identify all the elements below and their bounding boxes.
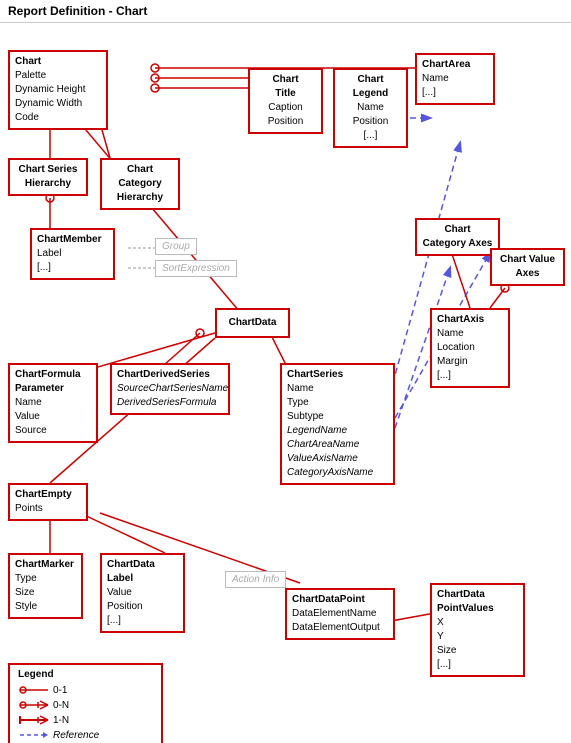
chart-value-axes-box: Chart Value Axes [490,248,565,286]
legend-title: Legend [18,669,153,680]
sort-expression-label: SortExpression [155,260,237,277]
chart-data-label-box: ChartData Label ValuePosition[...] [100,553,185,633]
chart-legend-box: ChartLegend NamePosition[...] [333,68,408,148]
legend-one-n: 1-N [53,715,69,726]
chart-derived-series-box: ChartDerivedSeries SourceChartSeriesName… [110,363,230,415]
chart-series-hierarchy-box: Chart Series Hierarchy [8,158,88,196]
legend-zero-one: 0-1 [53,685,67,696]
chart-box: Chart PaletteDynamic HeightDynamic Width… [8,50,108,130]
group-label: Group [155,238,197,255]
legend-zero-n: 0-N [53,700,69,711]
action-info-label: Action Info [225,571,286,588]
chart-series-box: ChartSeries NameTypeSubtypeLegendNameCha… [280,363,395,485]
chart-marker-box: ChartMarker TypeSizeStyle [8,553,83,619]
chart-data-box: ChartData [215,308,290,338]
legend-box: Legend 0-1 0-N [8,663,163,743]
chart-axis-box: ChartAxis NameLocationMargin[...] [430,308,510,388]
chart-category-hierarchy-box: Chart Category Hierarchy [100,158,180,210]
chart-empty-box: ChartEmpty Points [8,483,88,521]
page-title: Report Definition - Chart [0,0,571,23]
chart-title-box: ChartTitle CaptionPosition [248,68,323,134]
chart-formula-parameter-box: ChartFormula Parameter NameValueSource [8,363,98,443]
chart-member-box: ChartMember Label[...] [30,228,115,280]
chart-category-axes-box: Chart Category Axes [415,218,500,256]
chart-data-point-values-box: ChartData PointValues XYSize[...] [430,583,525,677]
diagram-container: Chart PaletteDynamic HeightDynamic Width… [0,23,571,743]
chart-area-box: ChartArea Name[...] [415,53,495,105]
chart-data-point-box: ChartDataPoint DataElementNameDataElemen… [285,588,395,640]
legend-reference: Reference [53,730,99,741]
